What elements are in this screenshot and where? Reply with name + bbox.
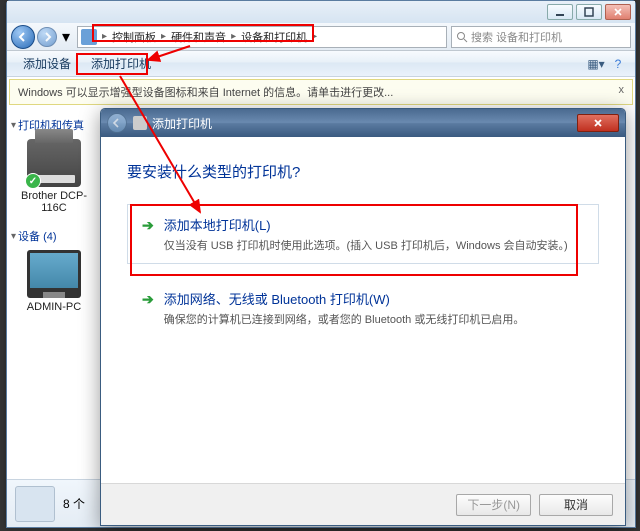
dialog-footer: 下一步(N) 取消 [101,483,625,525]
search-placeholder: 搜索 设备和打印机 [471,29,562,45]
breadcrumb-hardware-sound[interactable]: 硬件和声音 [168,27,229,47]
nav-forward-button[interactable] [37,27,57,47]
view-options-icon[interactable]: ▦▾ [587,55,605,73]
dialog-heading: 要安装什么类型的打印机? [127,161,599,182]
option-title: 添加网络、无线或 Bluetooth 打印机(W) [164,289,525,308]
minimize-button[interactable] [547,4,573,20]
item-count-suffix: 个 [73,495,85,512]
device-list: ▾ 打印机和传真 Brother DCP-116C ▾ 设备 (4) ADMIN… [7,107,101,503]
option-desc: 确保您的计算机已连接到网络，或者您的 Bluetooth 或无线打印机已启用。 [164,311,525,327]
control-panel-icon [81,29,97,45]
info-bar[interactable]: Windows 可以显示增强型设备图标和来自 Internet 的信息。请单击进… [9,79,633,105]
dialog-titlebar: 添加打印机 [101,109,625,137]
dialog-close-button[interactable] [577,114,619,132]
collapse-icon: ▾ [11,231,16,242]
printer-small-icon [133,116,147,130]
nav-history-dropdown[interactable]: ▾ [59,27,73,47]
item-count: 8 [63,497,70,511]
option-desc: 仅当没有 USB 打印机时使用此选项。(插入 USB 打印机后，Windows … [164,237,568,253]
address-bar: ▾ ▸ 控制面板 ▸ 硬件和声音 ▸ 设备和打印机 ▸ 搜索 设备和打印机 [7,23,635,51]
collapse-icon: ▾ [11,120,16,131]
breadcrumb-control-panel[interactable]: 控制面板 [109,27,159,47]
computer-icon [27,250,81,298]
close-button[interactable] [605,4,631,20]
chevron-right-icon: ▸ [229,31,238,42]
chevron-right-icon: ▸ [100,31,109,42]
option-network-printer[interactable]: ➔ 添加网络、无线或 Bluetooth 打印机(W) 确保您的计算机已连接到网… [127,278,599,338]
arrow-right-icon: ➔ [142,291,154,308]
device-brother-printer[interactable]: Brother DCP-116C [11,139,97,214]
next-button[interactable]: 下一步(N) [456,494,531,516]
search-icon [456,31,468,43]
option-local-printer[interactable]: ➔ 添加本地打印机(L) 仅当没有 USB 打印机时使用此选项。(插入 USB … [127,204,599,264]
breadcrumb-bar[interactable]: ▸ 控制面板 ▸ 硬件和声音 ▸ 设备和打印机 ▸ [77,26,447,48]
chevron-right-icon: ▸ [310,31,319,42]
add-device-button[interactable]: 添加设备 [15,53,79,74]
chevron-right-icon: ▸ [159,31,168,42]
window-titlebar [7,1,635,23]
section-devices[interactable]: ▾ 设备 (4) [11,228,97,244]
info-bar-text: Windows 可以显示增强型设备图标和来自 Internet 的信息。请单击进… [18,84,393,100]
device-label: ADMIN-PC [11,301,97,313]
option-title: 添加本地打印机(L) [164,215,568,234]
search-input[interactable]: 搜索 设备和打印机 [451,26,631,48]
nav-back-button[interactable] [11,25,35,49]
dialog-body: 要安装什么类型的打印机? ➔ 添加本地打印机(L) 仅当没有 USB 打印机时使… [101,137,625,368]
add-printer-dialog: 添加打印机 要安装什么类型的打印机? ➔ 添加本地打印机(L) 仅当没有 USB… [100,108,626,526]
help-icon[interactable]: ? [609,55,627,73]
breadcrumb-devices-printers[interactable]: 设备和打印机 [238,27,310,47]
command-bar: 添加设备 添加打印机 ▦▾ ? [7,51,635,77]
maximize-button[interactable] [576,4,602,20]
dialog-title: 添加打印机 [152,115,212,132]
status-thumbnail-icon [15,486,55,522]
default-check-icon [25,173,41,189]
cancel-button[interactable]: 取消 [539,494,613,516]
device-label: Brother DCP-116C [11,190,97,214]
device-admin-pc[interactable]: ADMIN-PC [11,250,97,313]
add-printer-button[interactable]: 添加打印机 [83,53,159,74]
dialog-back-button[interactable] [107,113,127,133]
arrow-right-icon: ➔ [142,217,154,234]
info-bar-close[interactable]: x [619,84,625,100]
